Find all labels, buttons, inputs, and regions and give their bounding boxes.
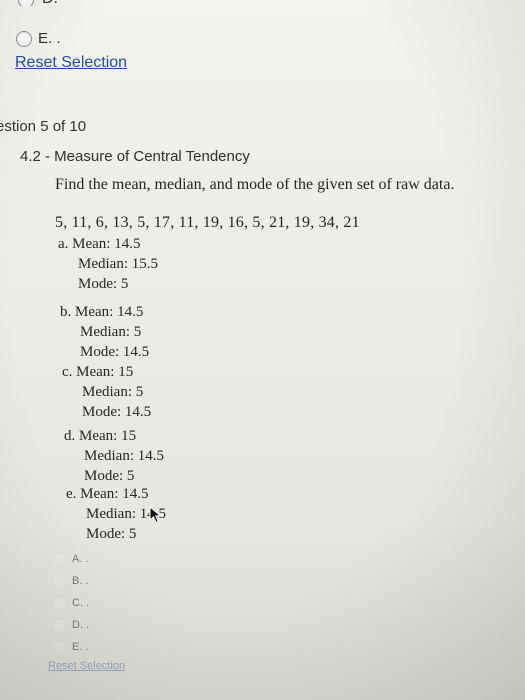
answer-option-e[interactable]: E. .: [52, 636, 89, 658]
choice-c: c. Mean: 15 Median: 5 Mode: 14.5: [62, 362, 151, 422]
radio-button[interactable]: [52, 595, 67, 611]
answer-option-label: E. .: [72, 641, 89, 653]
choice-median: Median: 5: [80, 324, 142, 340]
radio-button[interactable]: [52, 617, 67, 633]
previous-option-e[interactable]: E. .: [16, 30, 61, 47]
answer-option-label: C. .: [72, 597, 90, 609]
raw-data-set: 5, 11, 6, 13, 5, 17, 11, 19, 16, 5, 21, …: [55, 214, 360, 231]
choice-median: Median: 14.5: [84, 448, 164, 464]
answer-option-d[interactable]: D. .: [52, 614, 89, 636]
question-header: estion 5 of 10: [0, 118, 87, 135]
choice-median: Median: 5: [82, 384, 144, 400]
choice-a: a. Mean: 14.5 Median: 15.5 Mode: 5: [58, 234, 158, 294]
choice-mode: Mode: 5: [84, 468, 135, 484]
choice-mean: a. Mean: 14.5: [58, 236, 141, 252]
answer-option-label: A. .: [72, 553, 89, 565]
previous-option-d-label: D.: [42, 0, 58, 6]
answer-option-c[interactable]: C. .: [52, 592, 89, 614]
mouse-cursor-icon: [149, 506, 162, 524]
reset-selection-link[interactable]: Reset Selection: [15, 54, 127, 72]
radio-button[interactable]: [52, 551, 67, 567]
answer-option-label: D. .: [72, 619, 90, 631]
previous-option-e-label: E. .: [38, 30, 61, 47]
radio-button[interactable]: [18, 0, 34, 6]
reset-selection-link[interactable]: Reset Selection: [48, 660, 125, 672]
choice-mean: c. Mean: 15: [62, 364, 134, 380]
answer-option-label: B. .: [72, 575, 89, 587]
choice-d: d. Mean: 15 Median: 14.5 Mode: 5: [64, 426, 164, 486]
choice-mean: e. Mean: 14.5: [66, 486, 149, 502]
answer-option-a[interactable]: A. .: [52, 548, 89, 570]
choice-mode: Mode: 14.5: [82, 404, 152, 420]
choice-b: b. Mean: 14.5 Median: 5 Mode: 14.5: [60, 302, 149, 362]
answer-option-b[interactable]: B. .: [52, 570, 89, 592]
question-prompt: Find the mean, median, and mode of the g…: [55, 176, 455, 193]
choice-mode: Mode: 14.5: [80, 344, 150, 360]
radio-button[interactable]: [52, 573, 67, 589]
choice-mode: Mode: 5: [78, 276, 129, 292]
choice-mean: b. Mean: 14.5: [60, 304, 144, 320]
radio-button[interactable]: [52, 639, 67, 655]
question-topic: 4.2 - Measure of Central Tendency: [20, 148, 250, 165]
radio-button[interactable]: [16, 30, 32, 47]
answer-options: A. . B. . C. . D. . E. .: [52, 548, 89, 658]
choice-median: Median: 15.5: [78, 256, 158, 272]
previous-option-d[interactable]: D.: [14, 0, 154, 6]
choice-mode: Mode: 5: [86, 526, 137, 542]
choice-mean: d. Mean: 15: [64, 428, 137, 444]
